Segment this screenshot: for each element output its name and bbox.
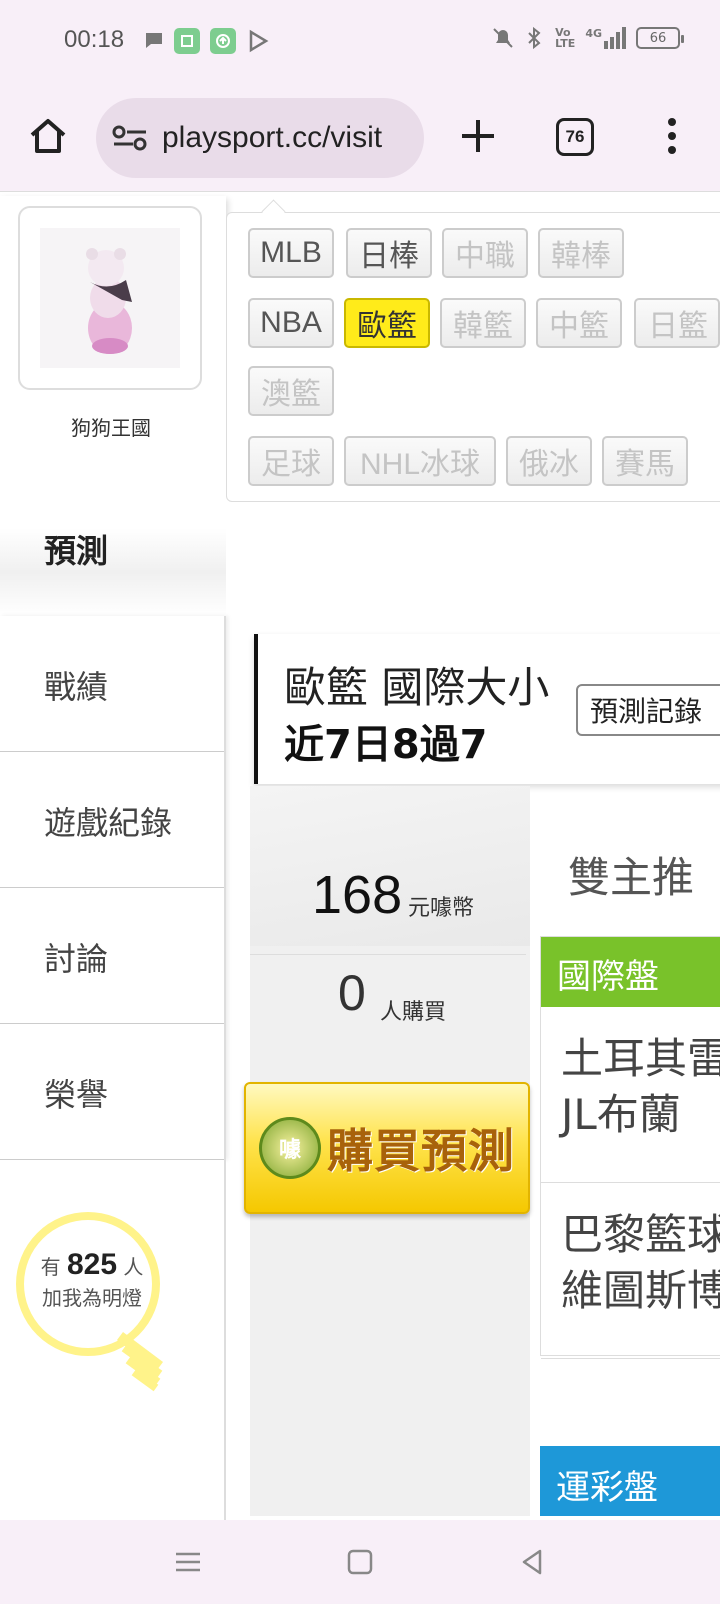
market-header: 國際盤 (541, 937, 720, 1007)
category-cpbl[interactable]: 中職 (442, 228, 528, 278)
sidebar-item-predictions[interactable]: 預測 (0, 470, 226, 616)
sidebar-item-label: 榮譽 (44, 1076, 109, 1114)
buy-prediction-button[interactable]: 噱 購買預測 (244, 1082, 530, 1214)
dot (668, 118, 676, 126)
international-market: 國際盤 土耳其雷 JL布蘭 巴黎籃球 維圖斯博 (540, 936, 720, 1359)
sidebar-item-game-log[interactable]: 遊戲紀錄 (0, 752, 224, 888)
profile-name: 狗狗王國 (71, 416, 151, 440)
recent-apps-icon[interactable] (172, 1546, 204, 1578)
follow-label: 加我為明燈 (42, 1286, 142, 1310)
home-team: 巴黎籃球 (561, 1210, 720, 1259)
url-text: playsport.cc/visit (162, 121, 383, 154)
battery-icon: 66 (636, 27, 684, 49)
category-nba[interactable]: NBA (248, 298, 334, 348)
prediction-title: 歐籃 國際大小 (284, 663, 550, 712)
category-euro-basketball[interactable]: 歐籃 (344, 298, 430, 348)
sidebar-item-label: 預測 (44, 532, 109, 570)
category-japan-basketball[interactable]: 日籃 (634, 298, 720, 348)
bear-figurine-icon (86, 248, 132, 354)
address-bar[interactable]: playsport.cc/visit (96, 98, 424, 178)
sidebar-item-discussion[interactable]: 討論 (0, 888, 224, 1024)
category-npb[interactable]: 日棒 (346, 228, 432, 278)
buyers-count: 0 (338, 965, 366, 1021)
browser-toolbar: playsport.cc/visit 76 (0, 84, 720, 192)
status-bar: 00:18 Vo LTE 4G 66 (0, 0, 720, 84)
away-team: 維圖斯博 (561, 1266, 720, 1315)
sidebar-item-honors[interactable]: 榮譽 (0, 1024, 224, 1160)
price-value: 168 (312, 865, 403, 925)
sidebar-item-record[interactable]: 戰績 (0, 616, 224, 752)
chat-bubble-icon (142, 28, 166, 54)
screen: 00:18 Vo LTE 4G 66 playsport.cc/visit 76… (0, 0, 720, 1604)
main-content: MLB 日棒 中職 韓棒 NBA 歐籃 韓籃 中籃 日籃 澳籃 足球 NHL冰球… (226, 196, 720, 1520)
bluetooth-icon (528, 26, 541, 50)
tab-count: 76 (565, 127, 585, 146)
home-icon (30, 119, 66, 153)
home-button[interactable] (26, 114, 70, 158)
new-tab-button[interactable] (456, 114, 500, 158)
picks-heading: 雙主推 (568, 853, 695, 902)
divider (250, 954, 526, 955)
category-horse-racing[interactable]: 賽馬 (602, 436, 688, 486)
status-icons: Vo LTE 4G 66 (491, 26, 684, 50)
back-icon[interactable] (516, 1546, 548, 1578)
sidebar-item-label: 遊戲紀錄 (44, 804, 173, 842)
follower-prefix: 有 (40, 1255, 61, 1279)
price-unit: 元噱幣 (408, 896, 475, 921)
picks-column: 雙主推 國際盤 土耳其雷 JL布蘭 巴黎籃球 維圖斯博 運彩盤 (540, 786, 720, 1516)
site-settings-icon[interactable] (112, 123, 148, 153)
dot (668, 132, 676, 140)
tab-switcher-button[interactable]: 76 (556, 118, 594, 156)
buy-prediction-label: 購買預測 (327, 1124, 515, 1178)
app-notification-icon (174, 28, 200, 54)
profile-card: 狗狗王國 (0, 196, 226, 480)
status-time: 00:18 (64, 26, 125, 53)
follower-count: 825 (66, 1248, 118, 1281)
avatar-image (40, 228, 180, 368)
volte-icon: Vo LTE (555, 26, 576, 50)
category-soccer[interactable]: 足球 (248, 436, 334, 486)
recent-record: 近7日8過7 (284, 722, 488, 768)
prediction-title-card: 歐籃 國際大小 近7日8過7 預測記錄 (254, 634, 720, 784)
category-khl[interactable]: 俄冰 (506, 436, 592, 486)
sidebar-item-label: 討論 (44, 940, 109, 978)
plus-icon (462, 120, 494, 152)
sidebar-nav: 戰績 遊戲紀錄 討論 榮譽 (0, 616, 226, 1160)
category-china-basketball[interactable]: 中籃 (536, 298, 622, 348)
mute-icon (493, 28, 513, 48)
upload-notification-icon (210, 28, 236, 54)
signal-icon: 4G (585, 27, 626, 49)
prediction-record-button[interactable]: 預測記錄 (576, 684, 720, 736)
sidebar-item-label: 戰績 (44, 668, 109, 706)
sports-lottery-market-header: 運彩盤 (540, 1446, 720, 1516)
buyers-unit: 人購買 (380, 1000, 447, 1025)
game-row[interactable]: 巴黎籃球 維圖斯博 (541, 1183, 720, 1359)
coin-badge-icon: 噱 (259, 1117, 321, 1179)
system-nav-bar (0, 1520, 720, 1604)
category-mlb[interactable]: MLB (248, 228, 334, 278)
dot (668, 146, 676, 154)
category-nhl[interactable]: NHL冰球 (344, 436, 496, 486)
browser-menu-button[interactable] (660, 114, 684, 158)
home-team: 土耳其雷 (561, 1034, 720, 1083)
game-row[interactable]: 土耳其雷 JL布蘭 (541, 1007, 720, 1183)
network-type: 4G (585, 27, 602, 40)
avatar[interactable] (18, 206, 202, 390)
category-korea-basketball[interactable]: 韓籃 (440, 298, 526, 348)
follower-suffix: 人 (123, 1255, 144, 1279)
purchase-panel: 168 元噱幣 0 人購買 噱 購買預測 (244, 786, 530, 1516)
home-nav-icon[interactable] (344, 1546, 376, 1578)
play-store-icon (246, 28, 270, 54)
category-kbo[interactable]: 韓棒 (538, 228, 624, 278)
away-team: JL布蘭 (561, 1090, 681, 1139)
follower-count-line: 有 825 人 (22, 1248, 162, 1282)
battery-level: 66 (649, 30, 667, 46)
category-australia-basketball[interactable]: 澳籃 (248, 366, 334, 416)
